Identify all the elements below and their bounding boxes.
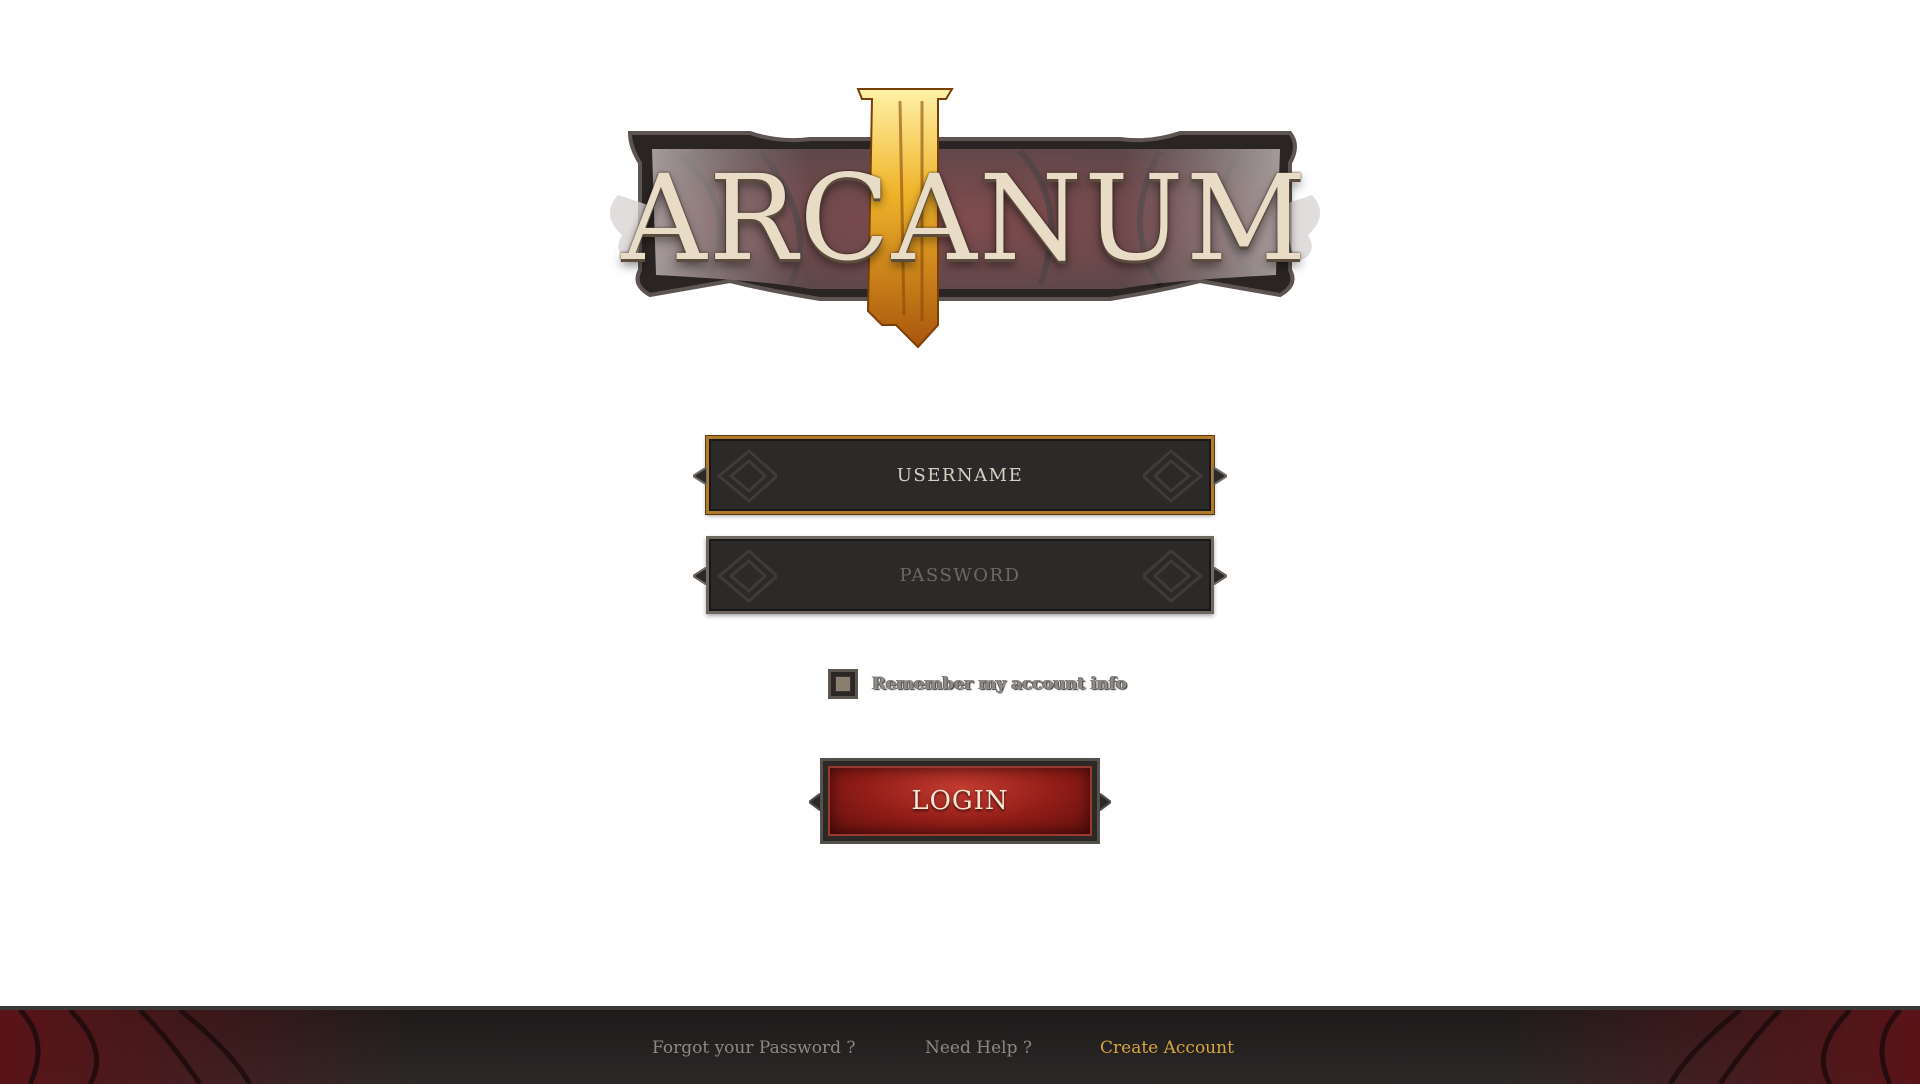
game-logo: ARCANUM: [600, 85, 1330, 355]
login-button-face: LOGIN: [828, 766, 1092, 836]
remember-row: Remember my account info: [828, 668, 1127, 700]
password-field-frame: [693, 536, 1227, 614]
footer-links: Forgot your Password ? Need Help ? Creat…: [0, 1038, 1920, 1062]
logo-title: ARCANUM: [621, 149, 1309, 287]
arrow-right-icon: [1213, 467, 1227, 485]
arrow-left-icon: [693, 467, 707, 485]
arrow-left-icon: [809, 793, 821, 811]
login-button-label: LOGIN: [911, 786, 1009, 816]
login-button[interactable]: LOGIN: [809, 758, 1111, 844]
arrow-right-icon: [1099, 793, 1111, 811]
forgot-password-link[interactable]: Forgot your Password ?: [652, 1038, 855, 1058]
remember-label[interactable]: Remember my account info: [872, 674, 1127, 694]
need-help-link[interactable]: Need Help ?: [925, 1038, 1032, 1058]
create-account-link[interactable]: Create Account: [1100, 1038, 1234, 1058]
checkbox-indicator: [835, 676, 851, 692]
arrow-left-icon: [693, 567, 707, 585]
footer-bar: Forgot your Password ? Need Help ? Creat…: [0, 1006, 1920, 1084]
username-input[interactable]: [709, 439, 1211, 511]
password-input[interactable]: [709, 539, 1211, 611]
username-field-frame: [693, 436, 1227, 514]
remember-checkbox[interactable]: [828, 669, 858, 699]
arrow-right-icon: [1213, 567, 1227, 585]
